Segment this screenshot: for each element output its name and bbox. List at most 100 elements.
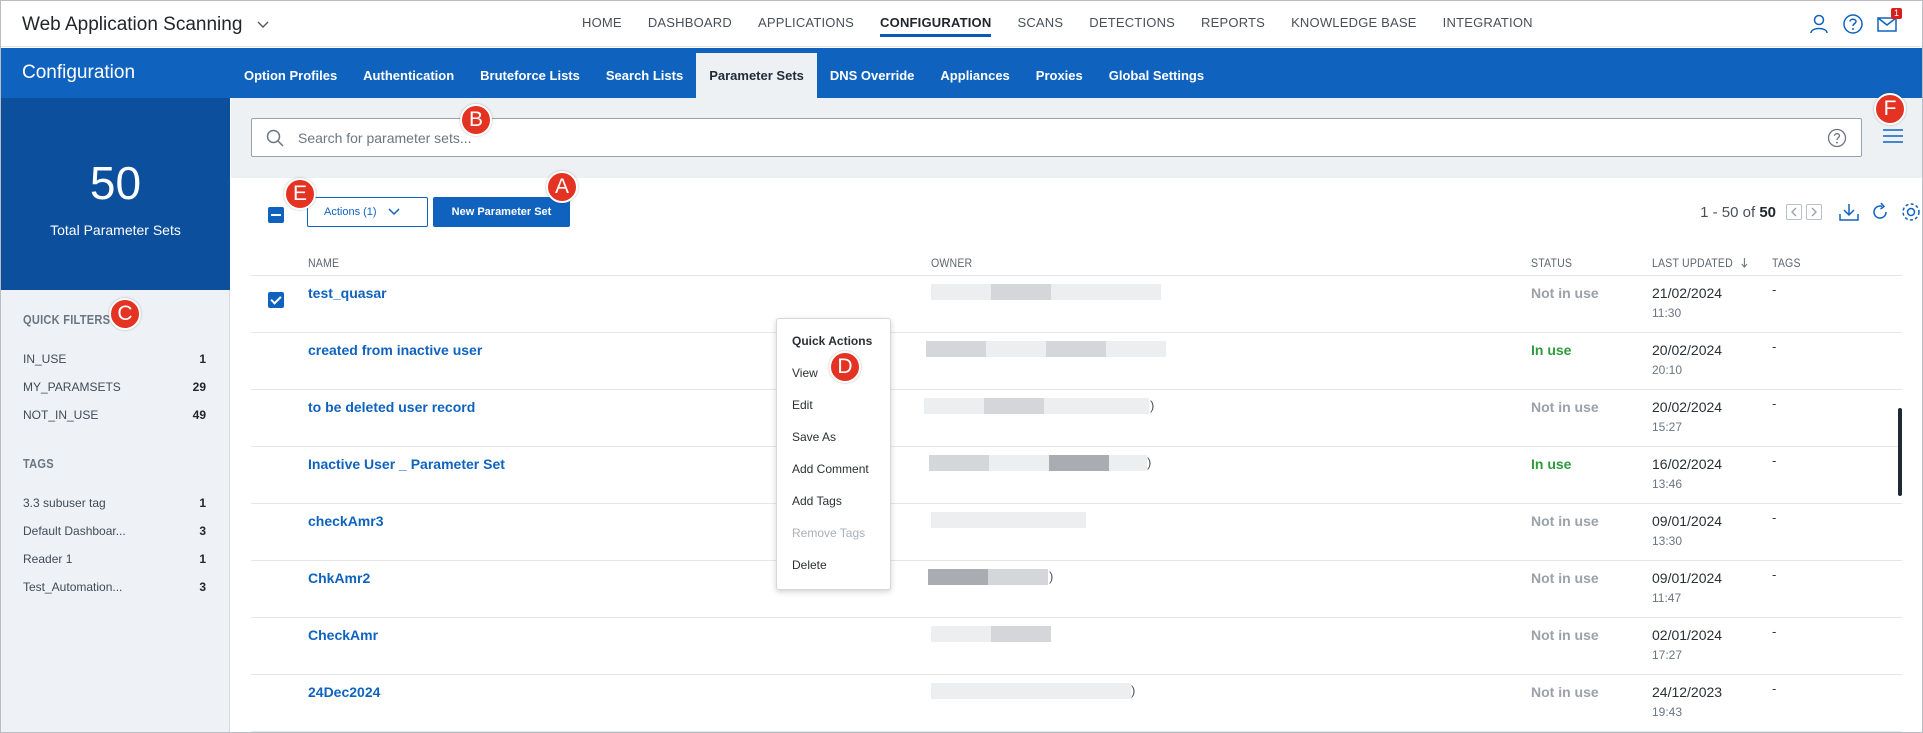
tab-bruteforce-lists[interactable]: Bruteforce Lists <box>467 48 593 98</box>
col-name[interactable]: NAME <box>308 256 339 270</box>
filter-not-in-use[interactable]: NOT_IN_USE 49 <box>23 408 206 422</box>
col-status[interactable]: STATUS <box>1531 256 1572 270</box>
table-row[interactable]: created from inactive user In use 20/02/… <box>251 333 1902 390</box>
col-owner[interactable]: OWNER <box>931 256 972 270</box>
table-row[interactable]: CheckAmr Not in use 02/01/2024 17:27 - <box>251 618 1902 675</box>
tab-dns-override[interactable]: DNS Override <box>817 48 928 98</box>
pager-range: 1 - 50 of 50 <box>1700 203 1776 221</box>
menu-add-tags[interactable]: Add Tags <box>792 494 842 508</box>
menu-add-comment[interactable]: Add Comment <box>792 462 869 476</box>
table-row[interactable]: to be deleted user record ) Not in use 2… <box>251 390 1902 447</box>
menu-edit[interactable]: Edit <box>792 398 813 412</box>
row-time: 13:30 <box>1652 534 1683 548</box>
new-parameter-set-button[interactable]: New Parameter Set <box>433 197 570 227</box>
row-date: 16/02/2024 <box>1652 456 1723 472</box>
nav-integration[interactable]: INTEGRATION <box>1430 1 1546 47</box>
nav-scans[interactable]: SCANS <box>1004 1 1076 47</box>
search-box <box>251 118 1862 157</box>
row-name-link[interactable]: checkAmr3 <box>308 513 384 529</box>
search-icon <box>266 129 284 147</box>
main-nav: HOME DASHBOARD APPLICATIONS CONFIGURATIO… <box>569 1 1546 47</box>
tag-filter[interactable]: Reader 11 <box>23 552 206 566</box>
tab-appliances[interactable]: Appliances <box>927 48 1022 98</box>
gear-icon[interactable] <box>1900 201 1922 223</box>
row-status: In use <box>1531 456 1572 472</box>
row-name-link[interactable]: ChkAmr2 <box>308 570 370 586</box>
next-page-button[interactable] <box>1806 204 1822 220</box>
row-date: 02/01/2024 <box>1652 627 1723 643</box>
tab-authentication[interactable]: Authentication <box>350 48 467 98</box>
table-row[interactable]: ChkAmr2 ) Not in use 09/01/2024 11:47 - <box>251 561 1902 618</box>
row-time: 11:47 <box>1652 591 1682 605</box>
nav-home[interactable]: HOME <box>569 1 635 47</box>
row-time: 15:27 <box>1652 420 1683 434</box>
menu-save-as[interactable]: Save As <box>792 430 836 444</box>
row-name-link[interactable]: created from inactive user <box>308 342 482 358</box>
tab-option-profiles[interactable]: Option Profiles <box>231 48 350 98</box>
search-input[interactable] <box>298 128 1778 148</box>
nav-applications[interactable]: APPLICATIONS <box>745 1 867 47</box>
filter-in-use[interactable]: IN_USE 1 <box>23 352 206 366</box>
col-last-updated[interactable]: LAST UPDATED <box>1652 256 1748 270</box>
menu-icon[interactable] <box>1882 127 1904 145</box>
tab-parameter-sets[interactable]: Parameter Sets <box>696 53 817 103</box>
row-tags: - <box>1772 681 1777 696</box>
nav-knowledge-base[interactable]: KNOWLEDGE BASE <box>1278 1 1430 47</box>
row-checkbox[interactable] <box>268 292 284 308</box>
user-icon[interactable] <box>1808 13 1830 35</box>
row-owner <box>931 512 1161 528</box>
row-name-link[interactable]: 24Dec2024 <box>308 684 380 700</box>
table-row[interactable]: Inactive User _ Parameter Set ) In use 1… <box>251 447 1902 504</box>
row-owner: ) <box>931 683 1161 699</box>
sidebar: 50 Total Parameter Sets QUICK FILTERS IN… <box>1 98 230 732</box>
menu-delete[interactable]: Delete <box>792 558 827 572</box>
table-row[interactable]: test_quasar Not in use 21/02/2024 11:30 … <box>251 276 1902 333</box>
nav-detections[interactable]: DETECTIONS <box>1076 1 1188 47</box>
row-owner: ) <box>928 569 1158 585</box>
tag-filter[interactable]: 3.3 subuser tag 1 <box>23 496 206 510</box>
row-name-link[interactable]: Inactive User _ Parameter Set <box>308 456 505 472</box>
row-name-link[interactable]: to be deleted user record <box>308 399 475 415</box>
refresh-icon[interactable] <box>1870 202 1890 222</box>
table-row[interactable]: 24Dec2024 ) Not in use 24/12/2023 19:43 … <box>251 675 1902 732</box>
pagination: 1 - 50 of 50 <box>1700 201 1922 223</box>
nav-dashboard[interactable]: DASHBOARD <box>635 1 745 47</box>
tag-filter[interactable]: Test_Automation... 3 <box>23 580 206 594</box>
row-name-link[interactable]: CheckAmr <box>308 627 378 643</box>
mail-button[interactable]: 1 <box>1876 8 1902 35</box>
row-tags: - <box>1772 339 1777 354</box>
row-name-link[interactable]: test_quasar <box>308 285 387 301</box>
row-tags: - <box>1772 396 1777 411</box>
actions-label: Actions (1) <box>324 206 377 218</box>
select-all-checkbox[interactable] <box>268 207 284 223</box>
nav-configuration[interactable]: CONFIGURATION <box>867 1 1004 47</box>
row-tags: - <box>1772 567 1777 582</box>
prev-page-button[interactable] <box>1786 204 1802 220</box>
row-owner <box>931 626 1161 642</box>
menu-remove-tags: Remove Tags <box>792 526 866 540</box>
help-icon[interactable] <box>1842 13 1864 35</box>
download-icon[interactable] <box>1838 202 1860 222</box>
chevron-left-icon <box>1791 207 1797 217</box>
tag-filter[interactable]: Default Dashboar... 3 <box>23 524 206 538</box>
row-owner: ) <box>929 455 1159 471</box>
row-status: Not in use <box>1531 399 1599 415</box>
callout-marker: B <box>460 104 492 136</box>
filter-my-paramsets[interactable]: MY_PARAMSETS 29 <box>23 380 206 394</box>
menu-view[interactable]: View <box>792 366 818 380</box>
tab-global-settings[interactable]: Global Settings <box>1096 48 1217 98</box>
top-bar: Web Application Scanning HOME DASHBOARD … <box>1 1 1922 47</box>
main-content: Actions (1) New Parameter Set 1 - 50 of … <box>231 98 1922 732</box>
search-help-icon[interactable] <box>1827 128 1847 148</box>
scrollbar-thumb[interactable] <box>1898 408 1902 496</box>
row-tags: - <box>1772 510 1777 525</box>
row-tags: - <box>1772 282 1777 297</box>
tab-proxies[interactable]: Proxies <box>1023 48 1096 98</box>
table-row[interactable]: checkAmr3 Not in use 09/01/2024 13:30 - <box>251 504 1902 561</box>
col-tags[interactable]: TAGS <box>1772 256 1801 270</box>
tab-search-lists[interactable]: Search Lists <box>593 48 696 98</box>
top-icons: 1 <box>1808 8 1902 35</box>
nav-reports[interactable]: REPORTS <box>1188 1 1278 47</box>
app-switcher[interactable]: Web Application Scanning <box>22 14 270 36</box>
actions-dropdown[interactable]: Actions (1) <box>307 197 428 227</box>
